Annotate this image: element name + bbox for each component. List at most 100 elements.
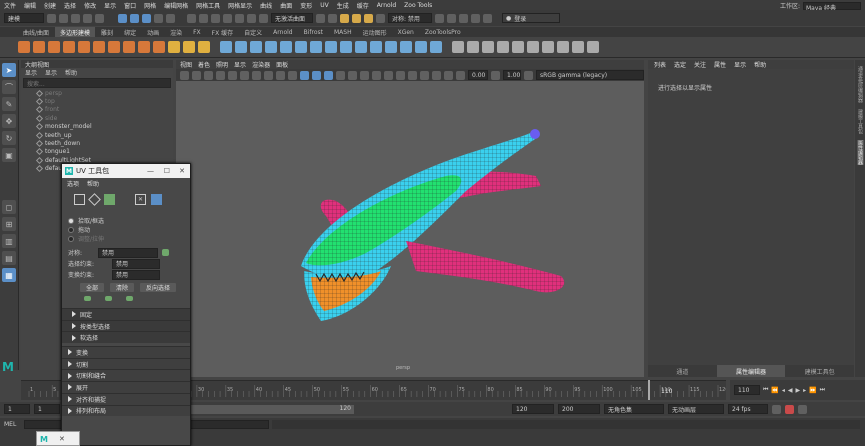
- move-tool-icon[interactable]: ✥: [2, 114, 16, 128]
- radio-dot[interactable]: [68, 226, 74, 233]
- mel-label[interactable]: MEL: [4, 421, 16, 428]
- uv-shrink-icon[interactable]: [105, 296, 112, 301]
- outliner-menu-item[interactable]: 显示: [45, 68, 57, 77]
- modeling-toolkit-icon[interactable]: [447, 13, 456, 23]
- lock-selection-icon[interactable]: [154, 13, 163, 23]
- viewport-menu-item[interactable]: 着色: [198, 60, 210, 69]
- textured-icon[interactable]: [336, 70, 345, 80]
- uv-radio-option[interactable]: 调整/拉伸: [68, 234, 190, 243]
- separate-icon[interactable]: [235, 41, 247, 53]
- uv-shell-mode-icon[interactable]: [104, 193, 115, 205]
- bookmark-icon[interactable]: [204, 70, 213, 80]
- snap-magnet-icon[interactable]: [259, 13, 268, 23]
- attr-menu-item[interactable]: 帮助: [754, 60, 766, 69]
- uv-section-header[interactable]: 排列和布局: [62, 404, 190, 417]
- side-tab[interactable]: 建模工具包: [857, 109, 864, 134]
- uv-symmetry-axis-icon[interactable]: [162, 249, 170, 256]
- shelf-tab[interactable]: 绑定: [119, 27, 141, 37]
- close-icon[interactable]: ✕: [179, 167, 185, 175]
- poly-plane-icon[interactable]: [93, 41, 105, 53]
- poly-disc-icon[interactable]: [108, 41, 120, 53]
- outliner-menu-item[interactable]: 显示: [25, 68, 37, 77]
- offset-loop-icon[interactable]: [430, 41, 442, 53]
- uv-select-constraint-dropdown[interactable]: 禁用: [112, 258, 161, 269]
- menu-item[interactable]: 文件: [4, 1, 16, 10]
- edge-loop-icon[interactable]: [415, 41, 427, 53]
- save-scene-icon[interactable]: [71, 13, 80, 23]
- uv-grow-icon[interactable]: [84, 296, 91, 301]
- boolean-icon[interactable]: [265, 41, 277, 53]
- uv-symmetry-dropdown[interactable]: 禁用: [98, 247, 159, 258]
- bevel-icon[interactable]: [325, 41, 337, 53]
- target-weld-icon[interactable]: [385, 41, 397, 53]
- range-start-field[interactable]: 1: [34, 404, 60, 414]
- uv-select-button[interactable]: 清除: [110, 283, 135, 292]
- select-tool-icon[interactable]: ➤: [2, 63, 16, 77]
- rotate-tool-icon[interactable]: ↻: [2, 131, 16, 145]
- tool-settings-icon[interactable]: [471, 13, 480, 23]
- outliner-search-input[interactable]: 搜索...: [23, 78, 171, 88]
- resolution-gate-icon[interactable]: [252, 70, 261, 80]
- menu-item[interactable]: 网格: [144, 1, 156, 10]
- menu-item[interactable]: 编辑网格: [164, 1, 188, 10]
- poly-cone-icon[interactable]: [63, 41, 75, 53]
- attr-menu-item[interactable]: 选定: [674, 60, 686, 69]
- scale-tool-icon[interactable]: ▣: [2, 148, 16, 162]
- menu-item[interactable]: 编辑: [24, 1, 36, 10]
- shelf-tab[interactable]: ZooToolsPro: [420, 27, 466, 37]
- go-to-end-icon[interactable]: ⏭: [820, 386, 825, 394]
- auto-key-icon[interactable]: [785, 404, 794, 414]
- snap-point-icon[interactable]: [211, 13, 220, 23]
- outliner-item[interactable]: persp: [21, 89, 173, 97]
- render-settings-icon[interactable]: [364, 13, 373, 23]
- safe-action-icon[interactable]: [288, 70, 297, 80]
- outliner-item[interactable]: teeth_up: [21, 131, 173, 139]
- sew-uv-icon[interactable]: [587, 41, 599, 53]
- grid-toggle-icon[interactable]: [228, 70, 237, 80]
- login-button[interactable]: ● 登录: [502, 13, 560, 23]
- attr-menu-item[interactable]: 显示: [734, 60, 746, 69]
- menu-item[interactable]: 窗口: [124, 1, 136, 10]
- new-scene-icon[interactable]: [47, 13, 56, 23]
- uv-xray-icon[interactable]: ✕: [135, 193, 146, 205]
- xray-icon[interactable]: [420, 70, 429, 80]
- smooth-icon[interactable]: [250, 41, 262, 53]
- menu-item[interactable]: 选择: [64, 1, 76, 10]
- snap-live-icon[interactable]: [247, 13, 256, 23]
- uv-select-button[interactable]: 全部: [80, 283, 105, 292]
- fill-hole-icon[interactable]: [340, 41, 352, 53]
- wire-on-shaded-icon[interactable]: [324, 70, 333, 80]
- step-forward-frame-icon[interactable]: ▸: [803, 387, 806, 394]
- shelf-tab[interactable]: 多边形建模: [55, 27, 96, 37]
- history-icon[interactable]: [328, 13, 337, 23]
- side-tab[interactable]: 属性编辑器: [857, 139, 864, 165]
- bridge-icon[interactable]: [310, 41, 322, 53]
- side-tab[interactable]: 通道盒/层编辑器: [857, 66, 864, 103]
- play-back-icon[interactable]: ◀: [788, 387, 793, 394]
- uv-section-header[interactable]: 变换: [62, 346, 190, 358]
- layout-uv-icon[interactable]: [557, 41, 569, 53]
- channel-box-icon[interactable]: [483, 13, 492, 23]
- end-time-field[interactable]: 200: [558, 404, 600, 414]
- symmetry-dropdown[interactable]: 对称: 禁用: [388, 13, 432, 23]
- ipr-render-icon[interactable]: [352, 13, 361, 23]
- uv-menu-item[interactable]: 选项: [67, 179, 79, 188]
- mini-close-icon[interactable]: ✕: [59, 435, 65, 443]
- color-management-icon[interactable]: [524, 70, 533, 80]
- uv-toolkit-titlebar[interactable]: M UV 工具包 — ☐ ✕: [62, 164, 190, 178]
- multi-cut-icon[interactable]: [370, 41, 382, 53]
- shelf-tab[interactable]: 渲染: [165, 27, 187, 37]
- unfold-uv-icon[interactable]: [542, 41, 554, 53]
- start-time-field[interactable]: 1: [4, 404, 30, 414]
- shelf-tab[interactable]: FX: [188, 27, 206, 37]
- menu-item[interactable]: 网格显示: [228, 1, 252, 10]
- shelf-tab[interactable]: 雕刻: [96, 27, 118, 37]
- attr-menu-item[interactable]: 属性: [714, 60, 726, 69]
- wireframe-icon[interactable]: [300, 70, 309, 80]
- viewport-menu-item[interactable]: 照明: [216, 60, 228, 69]
- uv-transform-constraint-dropdown[interactable]: 禁用: [112, 269, 161, 280]
- live-surface-field[interactable]: 无激活曲面: [271, 13, 313, 23]
- planar-map-icon[interactable]: [452, 41, 464, 53]
- poly-text-icon[interactable]: [183, 41, 195, 53]
- menu-item[interactable]: 变形: [300, 1, 312, 10]
